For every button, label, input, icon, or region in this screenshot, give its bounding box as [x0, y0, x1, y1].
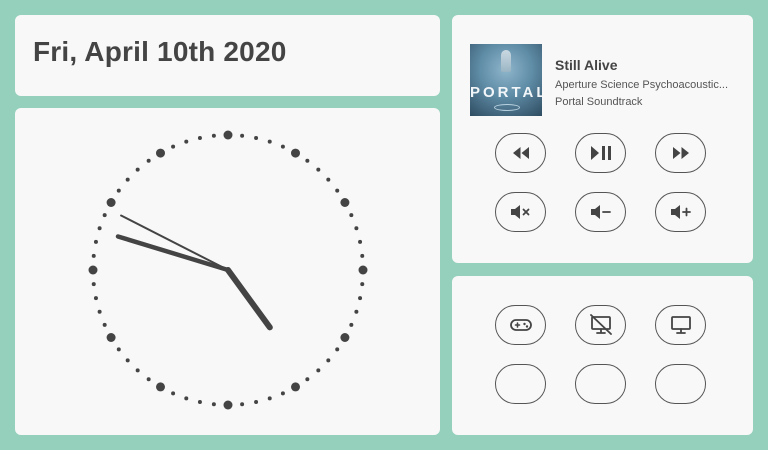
clock-minute-mark — [211, 402, 216, 407]
clock-minute-mark — [335, 347, 340, 352]
clock-hour-mark — [223, 130, 233, 140]
play-pause-icon — [590, 146, 611, 160]
play-pause-button[interactable] — [575, 133, 626, 173]
clock-minute-mark — [102, 213, 107, 218]
clock-hour-mark — [106, 333, 116, 342]
volume-up-icon — [670, 205, 691, 219]
rewind-button[interactable] — [495, 133, 546, 173]
display-button[interactable] — [655, 305, 706, 345]
clock-minute-mark — [197, 135, 202, 140]
clock-minute-mark — [305, 158, 310, 163]
clock-minute-mark — [97, 309, 102, 314]
clock-minute-mark — [280, 391, 285, 396]
clock-minute-mark — [211, 133, 216, 138]
empty-slot-button-3[interactable] — [655, 364, 706, 404]
fast-forward-button[interactable] — [655, 133, 706, 173]
date-card: Fri, April 10th 2020 — [15, 15, 440, 96]
clock-minute-mark — [354, 309, 359, 314]
track-artist: Aperture Science Psychoacoustic... — [555, 79, 729, 91]
clock-minute-mark — [93, 296, 98, 301]
clock-minute-mark — [349, 322, 354, 327]
clock-minute-mark — [254, 135, 259, 140]
gamepad-icon — [509, 319, 532, 331]
clock-minute-mark — [280, 144, 285, 149]
clock-hour-mark — [88, 265, 98, 275]
track-album: Portal Soundtrack — [555, 96, 643, 108]
clock-minute-mark — [354, 226, 359, 231]
clock-minute-mark — [116, 347, 121, 352]
clock-hour-mark — [340, 333, 350, 342]
clock-minute-mark — [135, 167, 140, 172]
gamepad-button[interactable] — [495, 305, 546, 345]
date-label: Fri, April 10th 2020 — [33, 36, 287, 67]
clock-hour-mark — [358, 265, 368, 275]
clock-minute-mark — [135, 368, 140, 373]
clock-minute-mark — [197, 400, 202, 405]
clock-minute-mark — [326, 358, 331, 363]
volume-mute-icon — [510, 205, 529, 219]
fast-forward-icon — [672, 147, 689, 159]
clock-minute-mark — [316, 368, 321, 373]
clock-minute-mark — [97, 226, 102, 231]
clock-minute-mark — [91, 282, 96, 287]
album-art: PORTAL — [470, 44, 542, 116]
clock-minute-mark — [146, 377, 151, 382]
clock-minute-mark — [267, 396, 272, 401]
clock-hour-mark — [340, 198, 350, 207]
clock-minute-mark — [171, 144, 176, 149]
clock-minute-mark — [102, 322, 107, 327]
volume-down-icon — [590, 205, 611, 219]
analog-clock — [88, 130, 368, 410]
monitor-icon — [670, 316, 691, 334]
clock-hour-mark — [156, 382, 165, 392]
clock-minute-mark — [116, 188, 121, 193]
clock-minute-mark — [358, 239, 363, 244]
clock-minute-mark — [305, 377, 310, 382]
clock-card — [15, 108, 440, 435]
clock-minute-mark — [93, 239, 98, 244]
clock-minute-mark — [316, 167, 321, 172]
display-off-button[interactable] — [575, 305, 626, 345]
monitor-off-icon — [589, 314, 612, 335]
clock-minute-mark — [125, 177, 130, 182]
clock-hour-mark — [223, 400, 233, 410]
volume-down-button[interactable] — [575, 192, 626, 232]
hour-hand — [225, 267, 273, 331]
empty-slot-button-1[interactable] — [495, 364, 546, 404]
clock-minute-mark — [335, 188, 340, 193]
clock-minute-mark — [254, 400, 259, 405]
clock-minute-mark — [146, 158, 151, 163]
album-art-figure — [501, 50, 511, 72]
clock-minute-mark — [326, 177, 331, 182]
clock-minute-mark — [171, 391, 176, 396]
mute-button[interactable] — [495, 192, 546, 232]
clock-minute-mark — [91, 253, 96, 258]
clock-hour-mark — [156, 148, 165, 158]
clock-minute-mark — [360, 282, 365, 287]
clock-minute-mark — [349, 213, 354, 218]
clock-minute-mark — [358, 296, 363, 301]
volume-up-button[interactable] — [655, 192, 706, 232]
system-controls-card — [452, 276, 753, 435]
album-art-portal-ring — [494, 104, 520, 111]
clock-minute-mark — [125, 358, 130, 363]
clock-minute-mark — [267, 139, 272, 144]
clock-minute-mark — [360, 253, 365, 258]
clock-hour-mark — [291, 148, 300, 158]
clock-minute-mark — [184, 139, 189, 144]
clock-minute-mark — [240, 402, 245, 407]
album-art-logo: PORTAL — [470, 84, 542, 101]
empty-slot-button-2[interactable] — [575, 364, 626, 404]
media-player-card: PORTAL Still Alive Aperture Science Psyc… — [452, 15, 753, 263]
track-title: Still Alive — [555, 57, 618, 73]
clock-hour-mark — [106, 198, 116, 207]
clock-minute-mark — [240, 133, 245, 138]
clock-minute-mark — [184, 396, 189, 401]
rewind-icon — [512, 147, 529, 159]
clock-hour-mark — [291, 382, 300, 392]
